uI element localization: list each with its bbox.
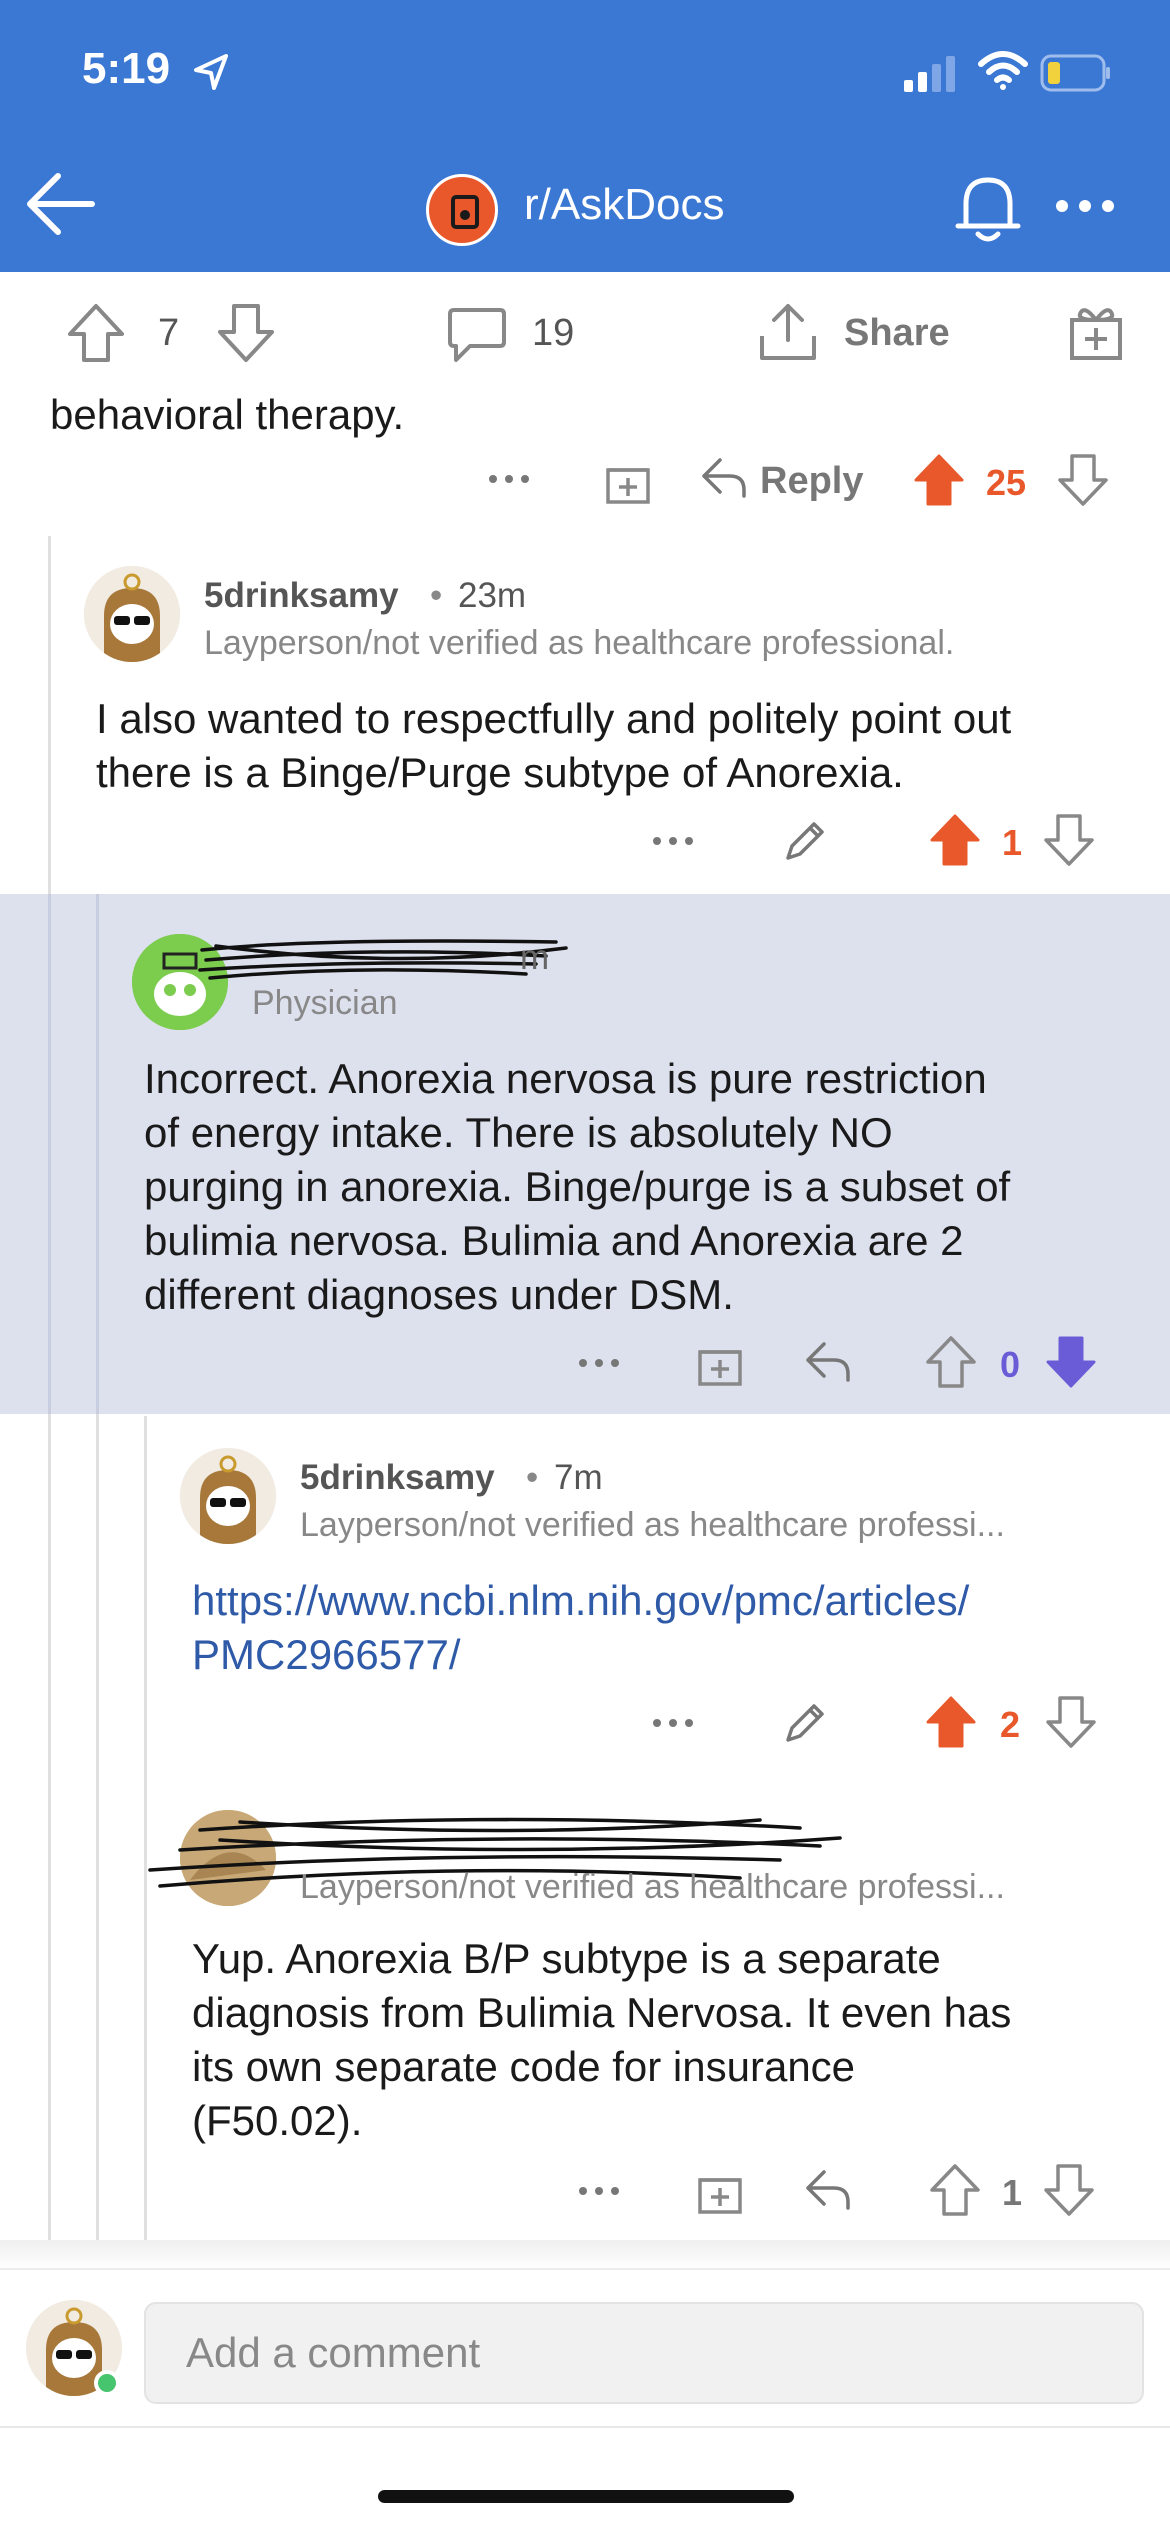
comment-score: 2 xyxy=(1000,1704,1021,1745)
comment-text: I also wanted to respectfully and polite… xyxy=(96,695,1012,796)
comment-link[interactable]: https://www.ncbi.nlm.nih.gov/pmc/article… xyxy=(192,1574,969,1682)
battery-icon xyxy=(1040,54,1110,92)
award-icon[interactable] xyxy=(696,2166,744,2216)
comment-author[interactable]: 5drinksamy xyxy=(204,576,399,616)
status-time: 5:19 xyxy=(82,44,171,93)
award-icon[interactable] xyxy=(696,1338,744,1388)
edit-pencil-icon[interactable] xyxy=(780,1698,830,1748)
cellular-signal-icon xyxy=(904,56,955,92)
upvote-active-icon[interactable] xyxy=(928,812,982,868)
reply-icon[interactable] xyxy=(804,1340,852,1384)
more-options-icon[interactable] xyxy=(652,836,694,846)
upvote-icon[interactable] xyxy=(66,302,126,364)
upvote-icon[interactable] xyxy=(928,2162,982,2218)
downvote-icon[interactable] xyxy=(1044,1694,1098,1750)
avatar[interactable] xyxy=(180,1448,276,1544)
comment-score: 25 xyxy=(986,462,1027,503)
comment-input-box[interactable] xyxy=(144,2302,1144,2404)
home-indicator[interactable] xyxy=(378,2490,794,2503)
user-flair: Layperson/not verified as healthcare pro… xyxy=(204,624,955,662)
comment-age: 7m xyxy=(554,1458,603,1497)
upvote-active-icon[interactable] xyxy=(924,1694,978,1750)
comment-age: 23m xyxy=(458,576,527,615)
thread-line xyxy=(96,894,99,1414)
comments-icon[interactable] xyxy=(446,304,508,364)
back-arrow-icon[interactable] xyxy=(22,170,98,238)
subreddit-title[interactable]: r/AskDocs xyxy=(524,180,724,230)
share-icon[interactable] xyxy=(756,300,820,364)
comment-author[interactable]: 5drinksamy xyxy=(300,1458,495,1498)
location-arrow-icon xyxy=(194,54,228,90)
upvote-icon[interactable] xyxy=(924,1334,978,1390)
avatar[interactable] xyxy=(84,566,180,662)
comment-input[interactable] xyxy=(146,2304,1142,2402)
post-score: 7 xyxy=(158,312,180,354)
downvote-icon[interactable] xyxy=(1042,812,1096,868)
more-options-icon[interactable] xyxy=(652,1718,694,1728)
comment-count: 19 xyxy=(532,312,575,354)
comment-separator: • xyxy=(430,576,443,615)
award-icon[interactable] xyxy=(1066,300,1126,364)
more-options-icon[interactable] xyxy=(578,2186,620,2196)
user-flair: Layperson/not verified as healthcare pro… xyxy=(300,1868,1005,1906)
reply-button[interactable]: Reply xyxy=(760,460,863,503)
downvote-active-icon[interactable] xyxy=(1044,1334,1098,1390)
reply-icon[interactable] xyxy=(804,2168,852,2212)
more-options-icon[interactable] xyxy=(1054,198,1116,214)
comment-separator: • xyxy=(526,1458,539,1497)
comment-text: Incorrect. Anorexia nervosa is pure rest… xyxy=(144,1055,1011,1318)
more-options-icon[interactable] xyxy=(578,1358,620,1368)
bell-icon[interactable] xyxy=(952,170,1024,246)
wifi-icon xyxy=(978,51,1028,90)
comment-score: 0 xyxy=(1000,1344,1021,1385)
downvote-icon[interactable] xyxy=(1056,452,1110,508)
redacted-username xyxy=(198,939,568,980)
downvote-icon[interactable] xyxy=(1042,2162,1096,2218)
online-status-dot xyxy=(94,2370,120,2396)
edit-pencil-icon[interactable] xyxy=(780,816,830,866)
reply-icon[interactable] xyxy=(700,456,748,500)
comment-score: 1 xyxy=(1002,822,1023,863)
more-options-icon[interactable] xyxy=(488,474,530,484)
divider xyxy=(0,2426,1170,2428)
parent-comment-tail: behavioral therapy. xyxy=(50,391,405,438)
upvote-active-icon[interactable] xyxy=(912,452,966,508)
subreddit-icon[interactable] xyxy=(426,174,498,246)
award-icon[interactable] xyxy=(604,456,652,506)
comment-text: Yup. Anorexia B/P subtype is a separate … xyxy=(192,1935,1012,2144)
share-button[interactable]: Share xyxy=(844,312,950,355)
composer-shadow xyxy=(0,2240,1170,2270)
app-header: 5:19 r/AskDocs xyxy=(0,0,1170,272)
user-flair: Layperson/not verified as healthcare pro… xyxy=(300,1506,1005,1544)
downvote-icon[interactable] xyxy=(216,302,276,364)
comment-score: 1 xyxy=(1002,2172,1023,2213)
comment-age: m xyxy=(520,938,550,977)
thread-line xyxy=(48,894,51,1414)
user-flair: Physician xyxy=(252,984,398,1022)
